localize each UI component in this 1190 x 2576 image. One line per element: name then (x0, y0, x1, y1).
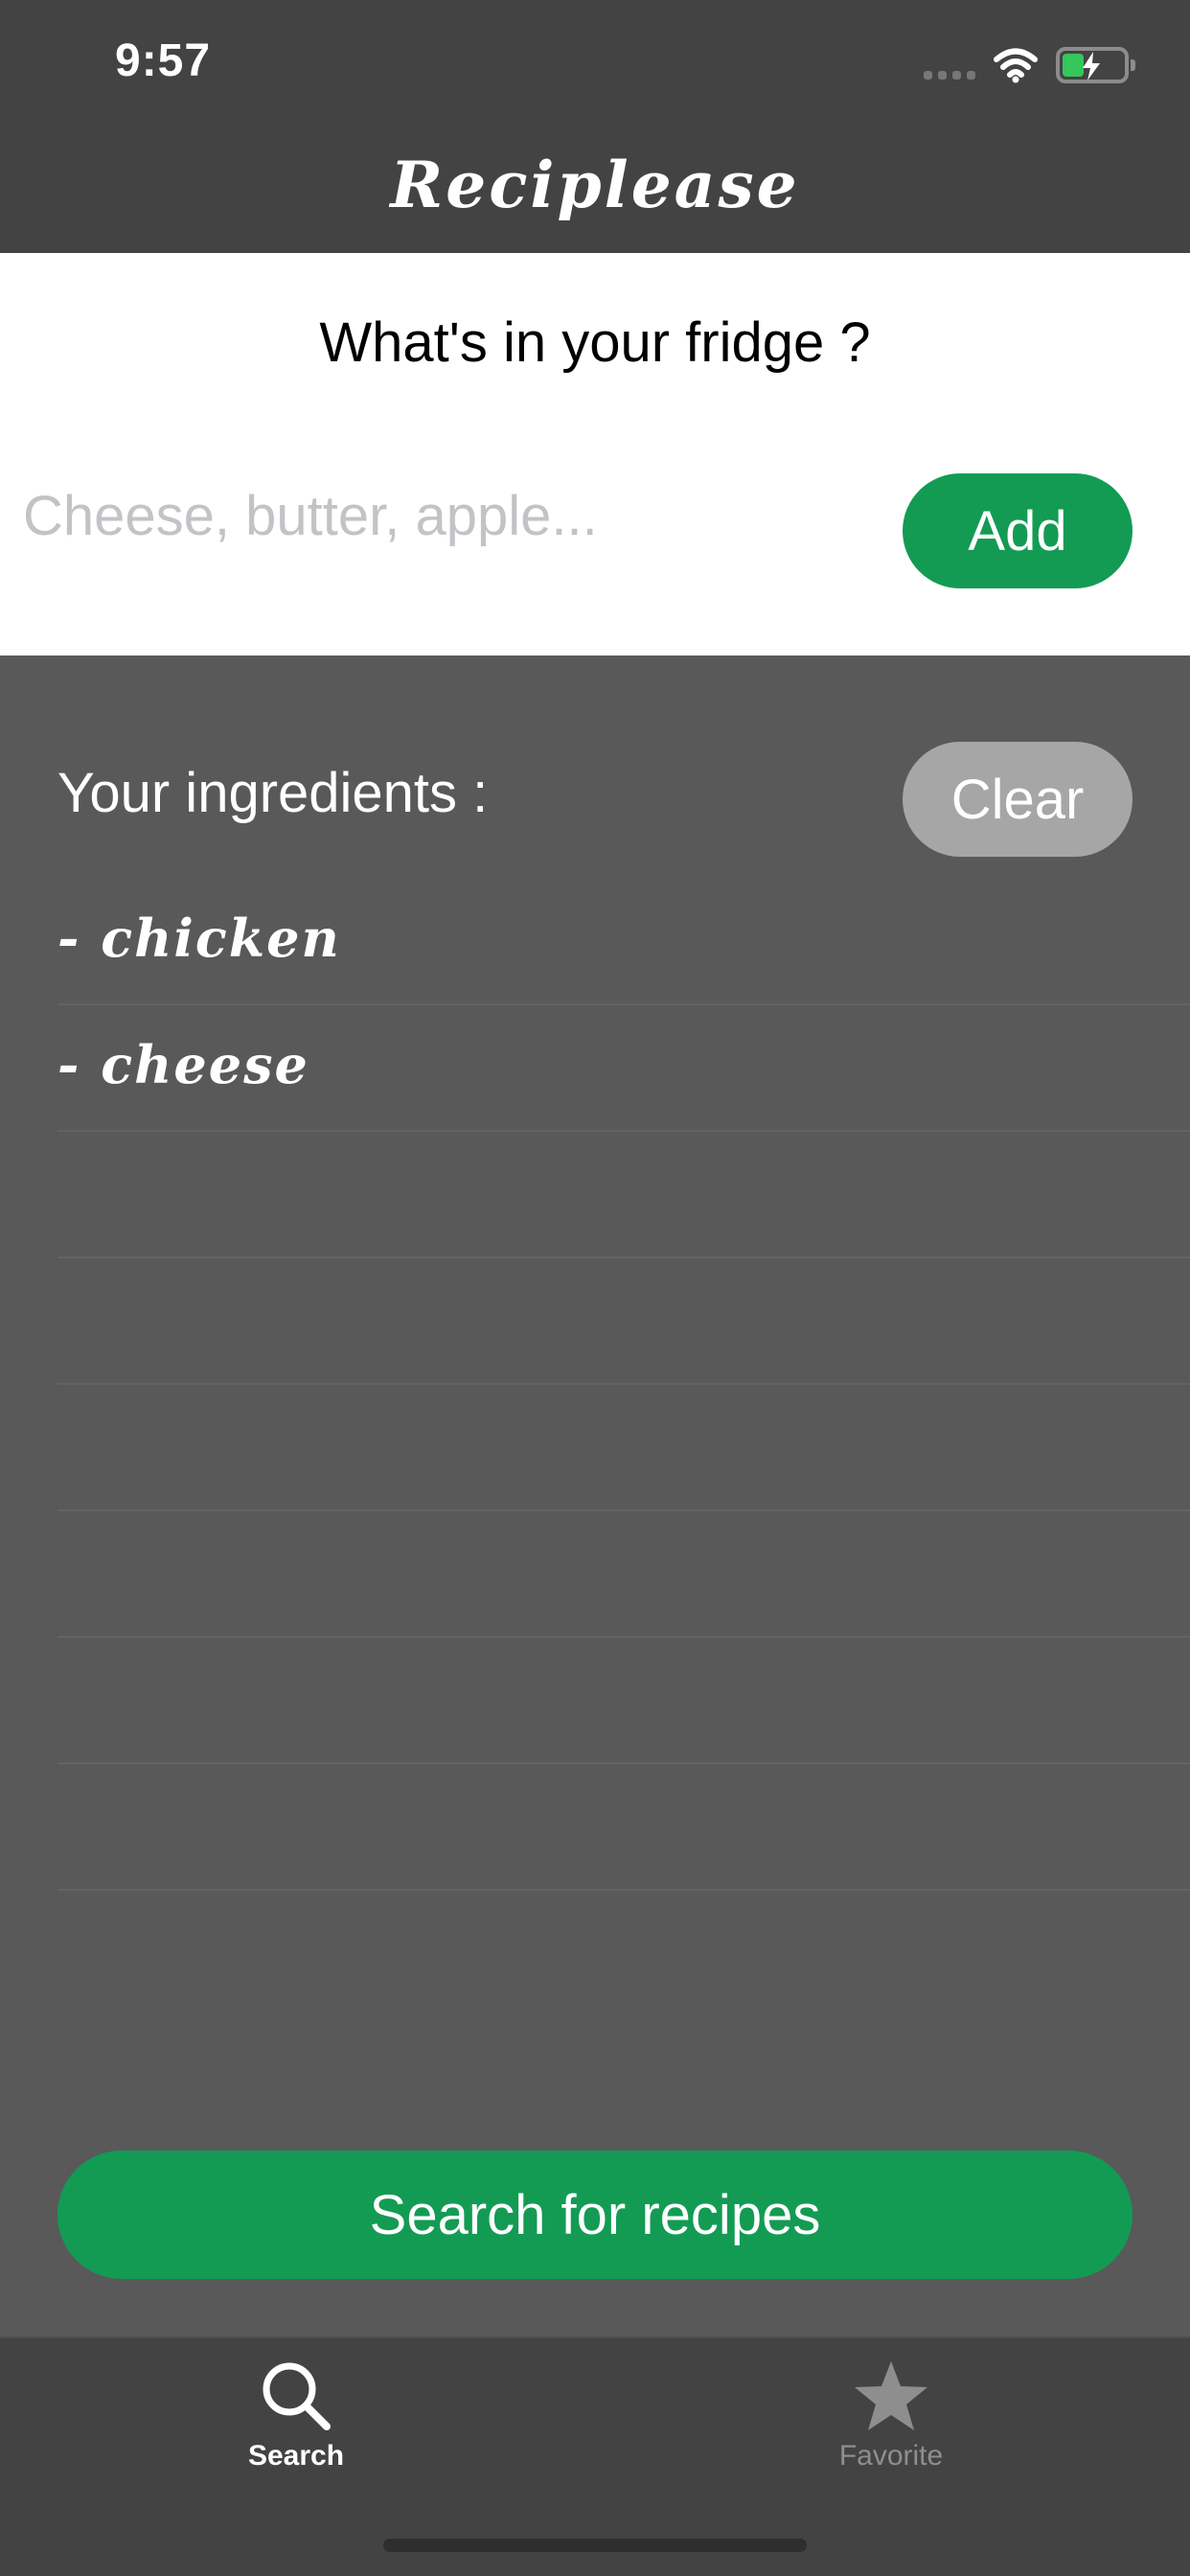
status-icons (924, 42, 1135, 88)
ingredient-row-empty (57, 1764, 1190, 1891)
battery-charging-icon (1056, 47, 1135, 83)
add-button[interactable]: Add (903, 473, 1133, 588)
ingredient-row-empty (57, 1638, 1190, 1764)
ingredient-row[interactable]: - cheese (57, 1005, 1190, 1132)
search-recipes-button[interactable]: Search for recipes (57, 2150, 1133, 2279)
search-icon (263, 2362, 331, 2430)
ingredient-label: - cheese (57, 1034, 309, 1095)
top-bar: 9:57 Reciplease (0, 0, 1190, 253)
home-indicator (383, 2539, 807, 2552)
ingredient-row-empty (57, 1511, 1190, 1638)
ingredient-list[interactable]: - chicken - cheese (0, 879, 1190, 1891)
ingredients-header: Your ingredients : (57, 762, 489, 824)
screen: 9:57 Reciplease What's in your fridge ? … (0, 0, 1190, 2576)
cellular-signal-icon (924, 51, 975, 80)
clear-button[interactable]: Clear (903, 742, 1133, 857)
wifi-icon (994, 48, 1038, 83)
status-time: 9:57 (115, 35, 212, 86)
ingredient-row-empty (57, 1132, 1190, 1258)
ingredient-row[interactable]: - chicken (57, 879, 1190, 1005)
tab-search-label: Search (247, 2440, 345, 2472)
tab-search[interactable]: Search (200, 2358, 392, 2492)
search-panel: What's in your fridge ? Add (0, 253, 1190, 656)
tab-favorite[interactable]: Favorite (795, 2358, 987, 2492)
ingredient-row-empty (57, 1385, 1190, 1511)
tab-favorite-label: Favorite (838, 2440, 944, 2472)
fridge-question: What's in your fridge ? (319, 311, 871, 374)
star-icon (855, 2361, 927, 2430)
ingredient-row-empty (57, 1258, 1190, 1385)
app-title: Reciplease (390, 148, 800, 222)
ingredient-label: - chicken (57, 908, 341, 969)
ingredient-input[interactable] (23, 470, 866, 562)
